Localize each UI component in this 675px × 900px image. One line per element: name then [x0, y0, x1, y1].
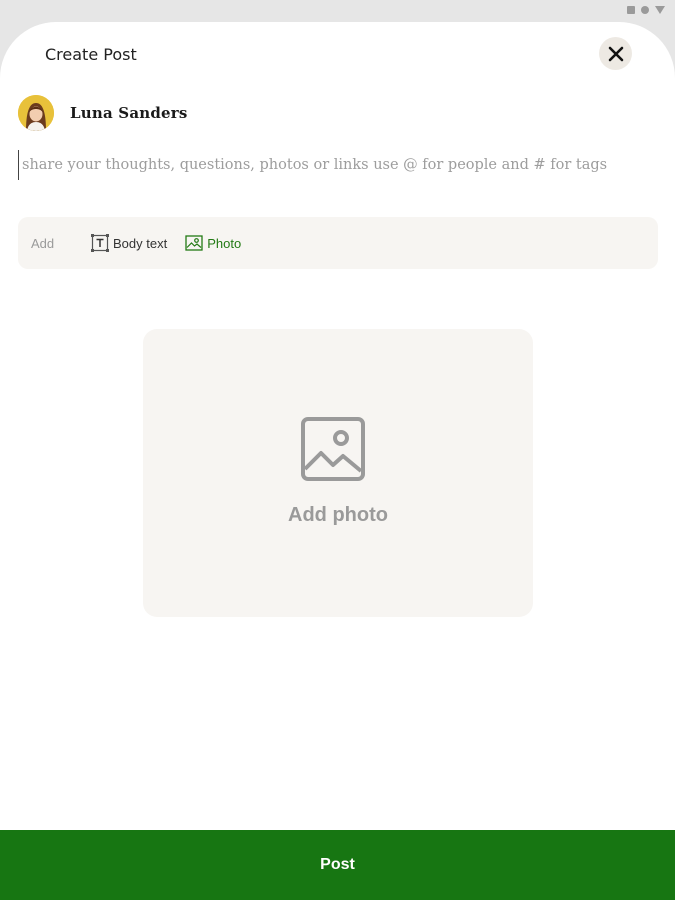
close-icon	[608, 46, 623, 61]
notification-icon	[627, 6, 635, 14]
create-post-sheet: Create Post Luna Sanders Add	[0, 22, 675, 900]
status-bar	[0, 0, 675, 22]
add-label: Add	[31, 235, 55, 251]
status-icons	[627, 6, 665, 14]
add-photo-dropzone[interactable]: Add photo	[143, 329, 533, 617]
signal-icon	[641, 6, 649, 14]
add-photo-dropzone-label: Add photo	[288, 504, 388, 526]
image-placeholder-icon	[301, 417, 365, 481]
add-body-text-label: Body text	[113, 235, 168, 251]
author-name: Luna Sanders	[70, 104, 188, 122]
add-content-bar: Add Body text Photo	[18, 217, 658, 269]
close-button[interactable]	[599, 37, 632, 70]
author-row: Luna Sanders	[18, 95, 188, 131]
image-icon	[185, 235, 203, 251]
post-text-input[interactable]	[18, 150, 652, 180]
page-title: Create Post	[45, 45, 137, 64]
add-photo-button[interactable]: Photo	[185, 234, 241, 252]
post-button[interactable]: Post	[0, 830, 675, 900]
add-photo-label: Photo	[207, 235, 242, 251]
text-format-icon	[91, 234, 109, 252]
add-body-text-button[interactable]: Body text	[91, 234, 167, 252]
avatar[interactable]	[18, 95, 54, 131]
wifi-icon	[655, 6, 665, 14]
avatar-portrait-icon	[18, 95, 54, 131]
